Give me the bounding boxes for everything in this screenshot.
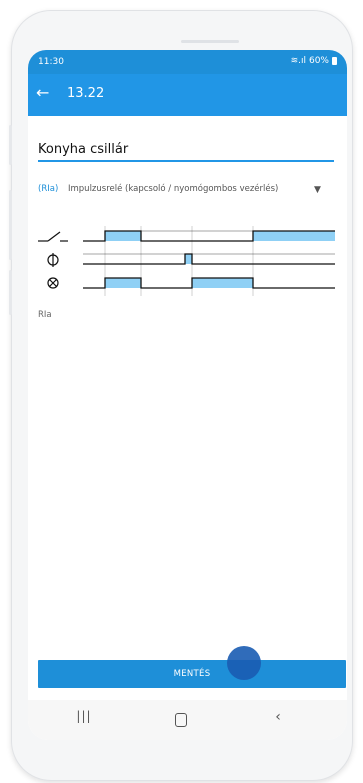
switch-icon [38,231,68,242]
button-pulse [185,254,192,264]
switch-high-segment [105,231,141,241]
speaker-grille [181,40,239,43]
mode-description: Impulzusrelé (kapcsoló / nyomógombos vez… [68,184,279,194]
arrow-left-icon[interactable]: ← [36,83,49,103]
lamp-signal-row [83,277,335,289]
side-button-volume [9,190,12,260]
battery-percent: 60% [308,56,329,66]
mode-label: RIa [38,310,52,320]
push-button-icon [47,253,59,267]
lamp-on-segment [192,278,253,288]
save-button[interactable]: MENTÉS [38,660,346,688]
switch-high-segment [253,231,335,241]
lamp-icon [47,277,59,289]
button-signal-row [83,253,335,265]
lamp-on-segment [105,278,141,288]
device-name-input[interactable] [38,138,334,162]
timing-diagram [38,226,335,296]
side-button-bottom [9,270,12,315]
status-time: 11:30 [38,57,64,67]
status-bar: 11:30 ≋.ıl 60% [28,50,347,74]
mode-code: (RIa) [38,184,59,194]
dropdown-caret-icon: ▼ [314,185,321,195]
android-nav-bar: ||| ‹ [28,700,347,740]
app-bar-title: 13.22 [67,86,105,101]
recent-apps-icon[interactable]: ||| [69,709,99,731]
battery-icon [332,57,337,65]
side-button-top [9,125,12,165]
phone-screen: 11:30 ≋.ıl 60% ← 13.22 (RIa) Impulzusrel… [28,50,347,740]
home-icon[interactable] [166,709,196,731]
switch-signal-row [83,230,335,242]
wifi-signal-icon: ≋.ıl [290,56,306,66]
app-bar: ← 13.22 [28,74,347,116]
status-icons: ≋.ıl 60% [291,56,337,66]
touch-indicator [227,646,261,680]
back-chevron-icon[interactable]: ‹ [263,709,293,731]
mode-select[interactable]: (RIa) Impulzusrelé (kapcsoló / nyomógomb… [38,184,330,218]
